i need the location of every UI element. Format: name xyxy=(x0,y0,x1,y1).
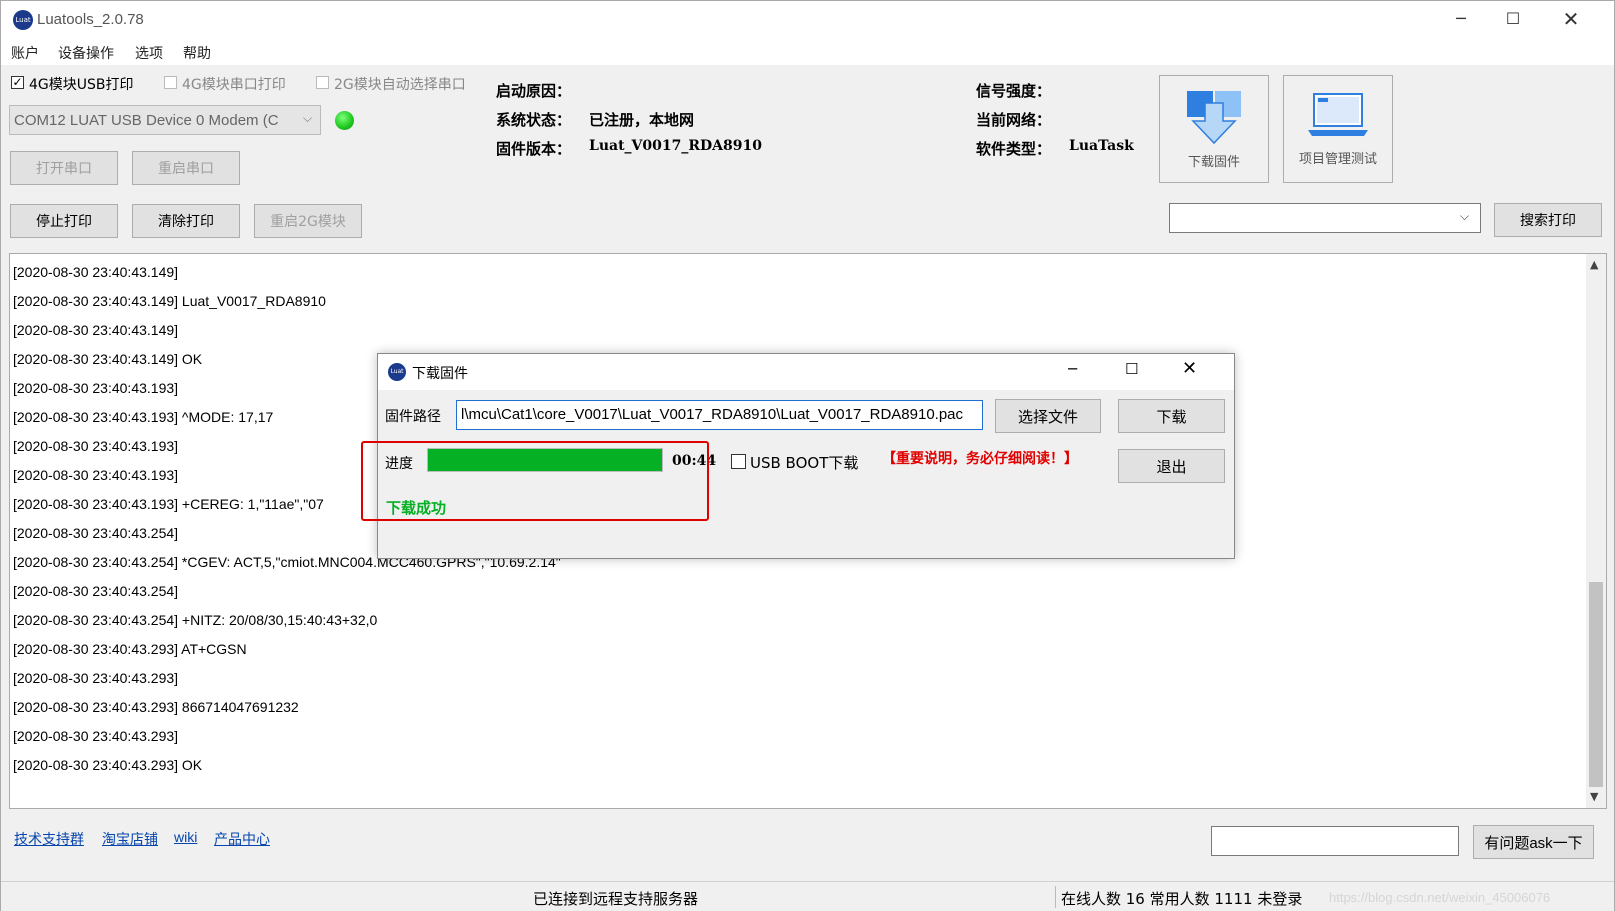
firmware-path-value: l\mcu\Cat1\core_V0017\Luat_V0017_RDA8910… xyxy=(461,406,964,423)
dialog-maximize-button[interactable]: ☐ xyxy=(1125,360,1138,378)
close-button[interactable]: ✕ xyxy=(1556,7,1586,31)
status-bar: 已连接到远程支持服务器 在线人数 16 常用人数 1111 未登录 https:… xyxy=(1,881,1614,911)
scroll-thumb[interactable] xyxy=(1589,582,1603,787)
download-firmware-label: 下载固件 xyxy=(1187,154,1240,170)
project-test-label: 项目管理测试 xyxy=(1298,151,1377,167)
sys-status-value: 已注册，本地网 xyxy=(589,111,695,129)
important-notice-link[interactable]: 【重要说明，务必仔细阅读！】 xyxy=(882,448,1078,468)
usb-print-label: 4G模块USB打印 xyxy=(29,77,134,93)
laptop-icon xyxy=(1308,92,1368,136)
window-title: Luatools_2.0.78 xyxy=(37,11,144,28)
chevron-down-icon: ⌵ xyxy=(303,111,313,125)
log-scrollbar[interactable]: ▲ ▼ xyxy=(1586,254,1606,808)
port-select[interactable]: COM12 LUAT USB Device 0 Modem (C xyxy=(9,105,321,135)
link-taobao-store[interactable]: 淘宝店铺 xyxy=(102,829,158,849)
dialog-close-button[interactable]: ✕ xyxy=(1182,358,1197,379)
log-line: [2020-08-30 23:40:43.254] xyxy=(13,525,179,541)
boot-reason-label: 启动原因： xyxy=(496,82,572,100)
sys-status-label: 系统状态： xyxy=(496,111,572,129)
online-status: 在线人数 16 常用人数 1111 未登录 xyxy=(1061,890,1303,908)
fw-version-label: 固件版本： xyxy=(496,140,572,158)
log-line: [2020-08-30 23:40:43.149] Luat_V0017_RDA… xyxy=(13,293,326,309)
search-chevron-down-icon: ⌵ xyxy=(1460,209,1470,223)
remote-status: 已连接到远程支持服务器 xyxy=(533,890,699,908)
menu-device-ops[interactable]: 设备操作 xyxy=(58,43,114,63)
log-line: [2020-08-30 23:40:43.293] xyxy=(13,728,179,744)
menu-account[interactable]: 账户 xyxy=(11,43,39,63)
scroll-down-icon[interactable]: ▼ xyxy=(1590,790,1598,803)
menu-help[interactable]: 帮助 xyxy=(183,43,211,63)
log-line: [2020-08-30 23:40:43.293] xyxy=(13,670,179,686)
log-line: [2020-08-30 23:40:43.193] +CEREG: 1,"11a… xyxy=(13,496,324,512)
log-line: [2020-08-30 23:40:43.149] xyxy=(13,322,179,338)
menu-options[interactable]: 选项 xyxy=(135,43,163,63)
log-line: [2020-08-30 23:40:43.293] 86671404769123… xyxy=(13,699,299,715)
dialog-logo-icon: Luat xyxy=(388,363,406,381)
minimize-button[interactable]: ─ xyxy=(1446,9,1476,31)
log-line: [2020-08-30 23:40:43.193] xyxy=(13,467,179,483)
auto-2g-checkbox[interactable] xyxy=(316,76,329,89)
log-line: [2020-08-30 23:40:43.193] ^MODE: 17,17 xyxy=(13,409,274,425)
restart-2g-button[interactable]: 重启2G模块 xyxy=(254,204,362,238)
network-label: 当前网络： xyxy=(976,111,1052,129)
signal-label: 信号强度： xyxy=(976,82,1052,100)
dialog-download-button[interactable]: 下载 xyxy=(1118,399,1225,433)
main-window: Luat Luatools_2.0.78 ─ ☐ ✕ 账户 设备操作 选项 帮助… xyxy=(0,0,1615,911)
log-line: [2020-08-30 23:40:43.293] OK xyxy=(13,757,203,773)
project-test-button[interactable]: 项目管理测试 xyxy=(1283,75,1393,183)
usb-print-checkbox[interactable]: ✓ xyxy=(11,76,24,89)
title-bar: Luat Luatools_2.0.78 ─ ☐ ✕ xyxy=(1,1,1614,39)
app-logo-icon: Luat xyxy=(13,10,33,30)
ask-input[interactable] xyxy=(1211,826,1459,856)
menu-bar: 账户 设备操作 选项 帮助 xyxy=(1,39,1614,65)
fw-version-value: Luat_V0017_RDA8910 xyxy=(589,138,762,154)
ask-button[interactable]: 有问题ask一下 xyxy=(1473,825,1594,859)
log-line: [2020-08-30 23:40:43.149] xyxy=(13,264,179,280)
stop-print-button[interactable]: 停止打印 xyxy=(10,204,118,238)
scroll-up-icon[interactable]: ▲ xyxy=(1590,258,1598,271)
link-wiki[interactable]: wiki xyxy=(174,829,197,845)
sw-type-label: 软件类型： xyxy=(976,140,1052,158)
log-line: [2020-08-30 23:40:43.193] xyxy=(13,438,179,454)
dialog-title-bar: Luat 下载固件 ─ ☐ ✕ xyxy=(378,354,1234,390)
dialog-minimize-button[interactable]: ─ xyxy=(1068,360,1077,378)
firmware-path-input[interactable]: l\mcu\Cat1\core_V0017\Luat_V0017_RDA8910… xyxy=(456,400,983,430)
usb-boot-label: USB BOOT下载 xyxy=(750,454,859,472)
port-select-value: COM12 LUAT USB Device 0 Modem (C xyxy=(14,112,279,129)
serial-print-label: 4G模块串口打印 xyxy=(182,77,286,93)
usb-boot-checkbox[interactable] xyxy=(731,454,746,469)
dialog-title: 下载固件 xyxy=(412,366,468,382)
download-firmware-button[interactable]: 下载固件 xyxy=(1159,75,1269,183)
exit-button[interactable]: 退出 xyxy=(1118,449,1225,483)
firmware-path-label: 固件路径 xyxy=(385,409,441,425)
serial-print-checkbox[interactable] xyxy=(164,76,177,89)
watermark: https://blog.csdn.net/weixin_45006076 xyxy=(1329,890,1551,905)
log-line: [2020-08-30 23:40:43.193] xyxy=(13,380,179,396)
link-support-group[interactable]: 技术支持群 xyxy=(14,829,84,849)
auto-2g-label: 2G模块自动选择串口 xyxy=(334,77,466,93)
clear-print-button[interactable]: 清除打印 xyxy=(132,204,240,238)
status-divider xyxy=(1055,886,1056,908)
highlight-annotation xyxy=(361,441,709,521)
log-line: [2020-08-30 23:40:43.254] xyxy=(13,583,179,599)
search-combobox[interactable] xyxy=(1169,203,1481,233)
log-line: [2020-08-30 23:40:43.293] AT+CGSN xyxy=(13,641,247,657)
search-print-button[interactable]: 搜索打印 xyxy=(1494,203,1602,237)
log-line: [2020-08-30 23:40:43.149] OK xyxy=(13,351,203,367)
connection-led-icon xyxy=(335,111,354,130)
maximize-button[interactable]: ☐ xyxy=(1498,9,1528,31)
open-port-button[interactable]: 打开串口 xyxy=(10,151,118,185)
link-product-center[interactable]: 产品中心 xyxy=(214,829,270,849)
log-line: [2020-08-30 23:40:43.254] +NITZ: 20/08/3… xyxy=(13,612,378,628)
choose-file-button[interactable]: 选择文件 xyxy=(995,399,1101,433)
restart-port-button[interactable]: 重启串口 xyxy=(132,151,240,185)
download-arrow-icon xyxy=(1187,90,1241,144)
sw-type-value: LuaTask xyxy=(1069,138,1134,154)
